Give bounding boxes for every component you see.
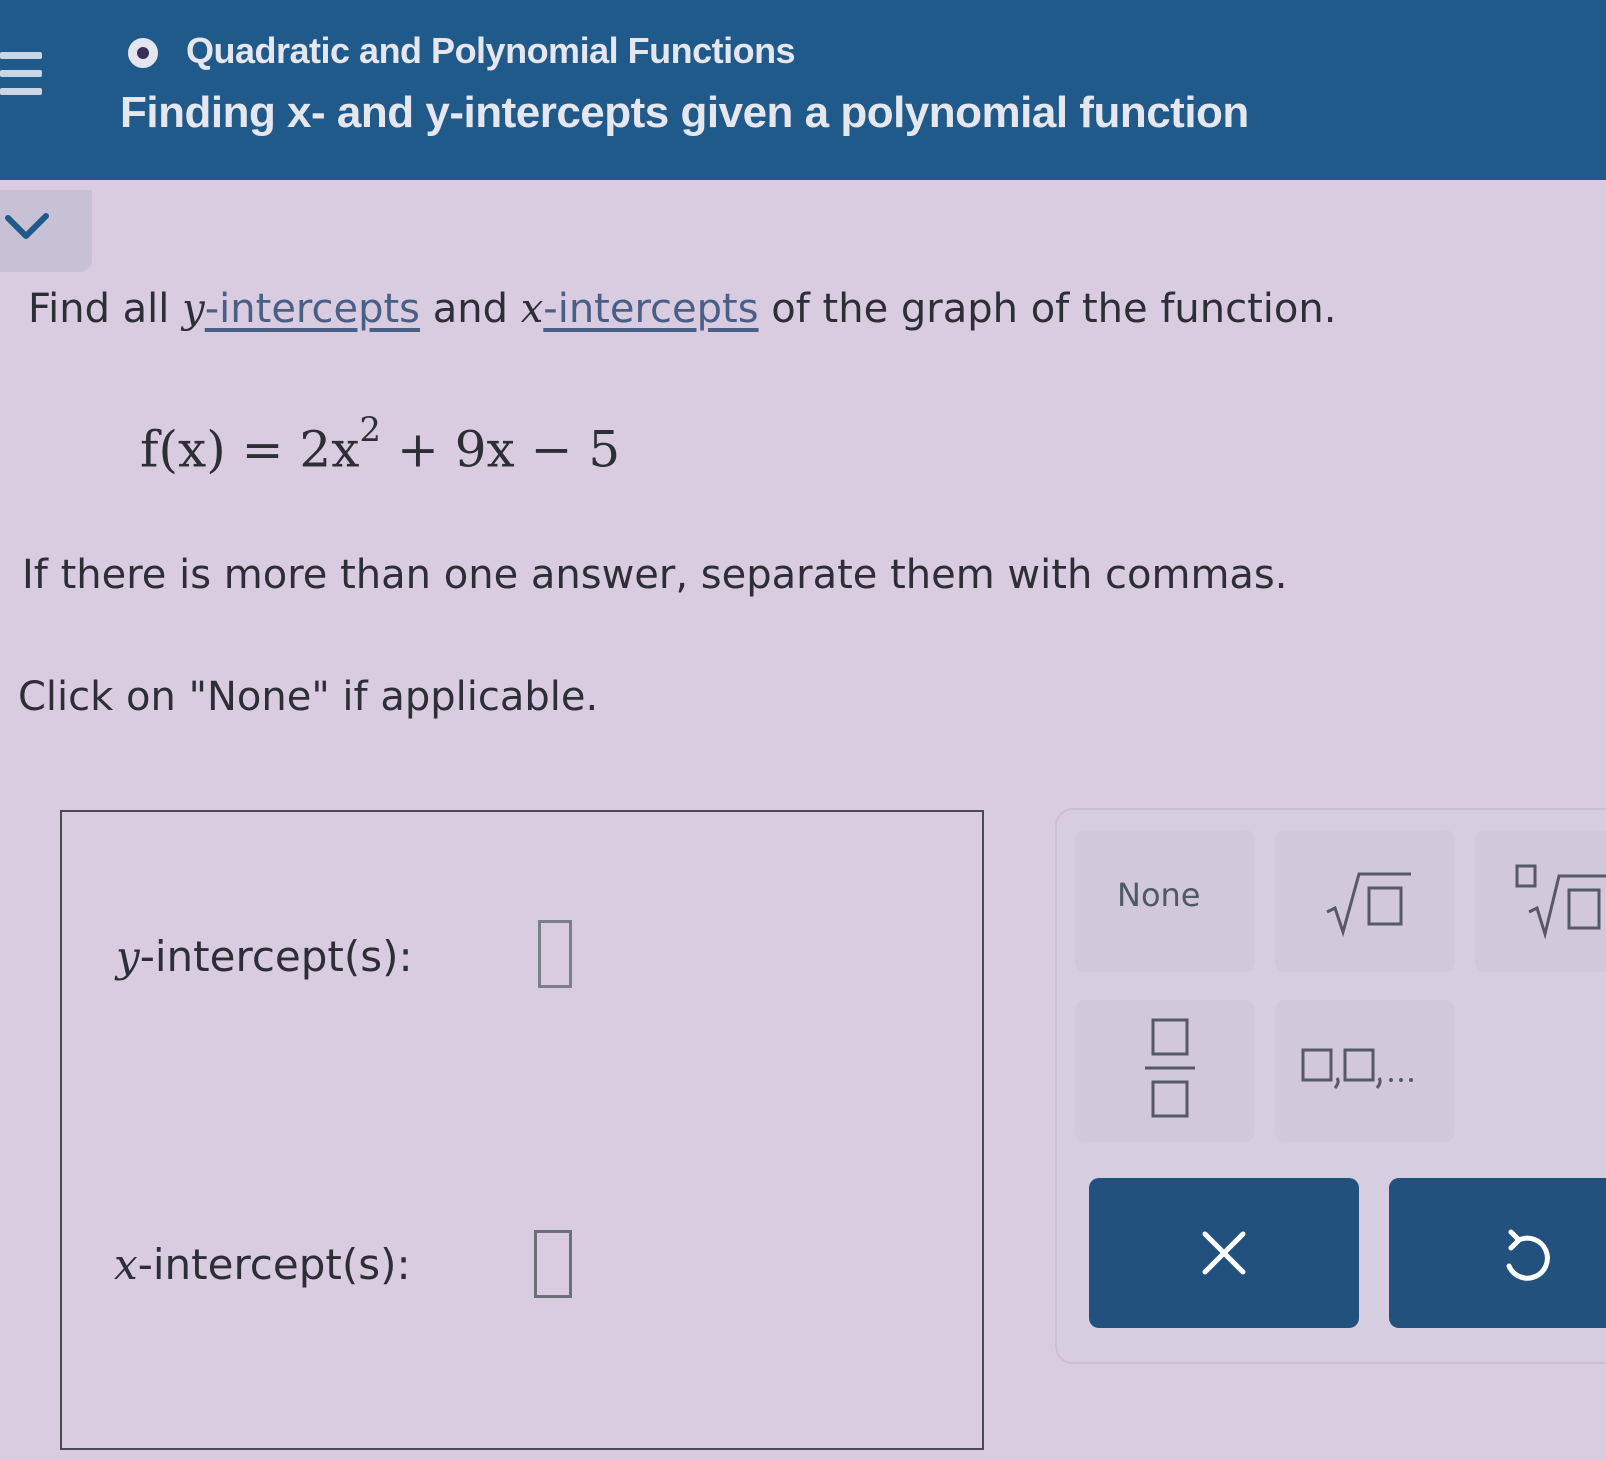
y-intercept-input[interactable]: [538, 920, 572, 988]
function-formula: f(x) = 2x2 + 9x − 5: [140, 410, 621, 479]
top-header: Quadratic and Polynomial Functions Findi…: [0, 0, 1606, 180]
undo-icon: [1506, 1229, 1550, 1281]
fraction-icon: [1145, 1018, 1195, 1118]
nth-root-icon: [1515, 864, 1606, 940]
formula-rhs: + 9x − 5: [381, 420, 621, 479]
formula-lhs: f(x) = 2x: [140, 420, 360, 479]
y-variable: y: [116, 932, 140, 981]
none-button[interactable]: None: [1075, 830, 1255, 972]
chevron-down-icon: [5, 213, 49, 239]
x-intercept-input[interactable]: [534, 1230, 572, 1298]
lesson-title: Finding x- and y-intercepts given a poly…: [120, 88, 1249, 137]
prompt-text: and: [420, 286, 521, 332]
answer-panel: y-intercept(s): x-intercept(s):: [60, 810, 984, 1450]
comma-list-button[interactable]: [1275, 1000, 1455, 1142]
prompt-text: of the graph of the function.: [758, 286, 1337, 332]
x-variable: x: [520, 286, 544, 332]
question-prompt: Find all y-intercepts and x-intercepts o…: [28, 286, 1336, 332]
y-intercept-label: y-intercept(s):: [116, 932, 413, 981]
prompt-text: Find all: [28, 286, 183, 332]
label-text: -intercept(s):: [139, 932, 413, 981]
clear-button[interactable]: [1089, 1178, 1359, 1328]
y-intercepts-link[interactable]: -intercepts: [205, 286, 420, 332]
square-root-icon: [1326, 872, 1411, 938]
nth-root-button[interactable]: [1475, 830, 1606, 972]
label-text: -intercept(s):: [137, 1240, 411, 1289]
formula-exponent: 2: [359, 410, 382, 450]
y-variable: y: [182, 286, 205, 332]
clear-x-icon: [1202, 1231, 1246, 1275]
collapse-toggle[interactable]: [0, 190, 92, 272]
fraction-button[interactable]: [1075, 1000, 1255, 1142]
topic-title: Quadratic and Polynomial Functions: [186, 30, 796, 71]
undo-button[interactable]: [1389, 1178, 1606, 1328]
none-label: None: [1117, 876, 1201, 914]
x-intercepts-link[interactable]: -intercepts: [543, 286, 758, 332]
x-variable: x: [114, 1240, 138, 1289]
square-root-button[interactable]: [1275, 830, 1455, 972]
menu-icon[interactable]: [0, 52, 44, 108]
x-intercept-label: x-intercept(s):: [114, 1240, 411, 1289]
comma-list-icon: [1301, 1048, 1413, 1089]
instruction-none: Click on "None" if applicable.: [18, 674, 599, 720]
math-keypad: None: [1055, 808, 1606, 1364]
topic-indicator-icon: [128, 38, 158, 68]
instruction-commas: If there is more than one answer, separa…: [22, 552, 1288, 598]
